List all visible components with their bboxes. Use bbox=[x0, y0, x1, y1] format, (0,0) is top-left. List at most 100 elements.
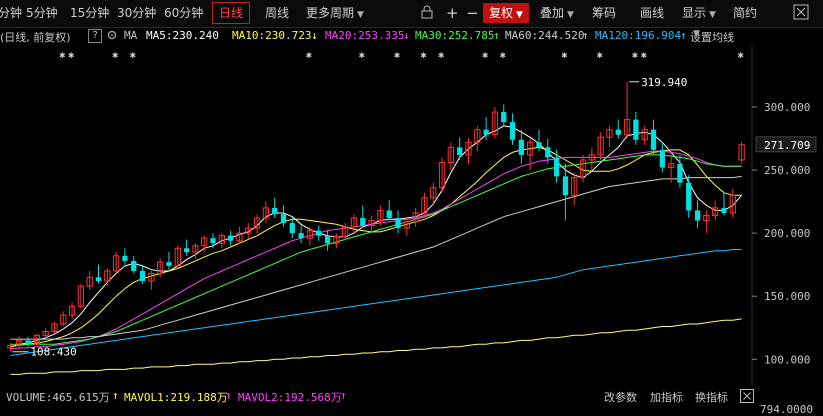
event-star-icon: ✱ bbox=[738, 50, 744, 61]
ma20-line bbox=[10, 150, 742, 350]
ma10-arrow: ↓ bbox=[311, 29, 318, 42]
candle-body-down bbox=[694, 210, 701, 221]
candle-body-down bbox=[395, 218, 401, 229]
candle-body-down bbox=[650, 129, 657, 150]
event-star-icon: ✱ bbox=[359, 50, 365, 61]
event-star-icon: ✱ bbox=[561, 50, 567, 61]
draw-button[interactable]: 画线 bbox=[640, 3, 664, 23]
fq-dropdown[interactable]: 复权 ▼ bbox=[483, 3, 529, 23]
candle-body-down bbox=[139, 270, 146, 282]
tab-30min[interactable]: 30分钟 bbox=[117, 3, 156, 23]
candle-body-down bbox=[25, 340, 31, 345]
event-star-icon: ✱ bbox=[306, 50, 312, 61]
switch-indicator-button[interactable]: 换指标 bbox=[695, 389, 728, 405]
chevron-down-icon: ▼ bbox=[709, 10, 716, 20]
candle-body-down bbox=[553, 157, 560, 177]
event-star-icon: ✱ bbox=[112, 50, 118, 61]
chevron-down-icon: ▼ bbox=[567, 10, 574, 20]
candle-body-down bbox=[228, 235, 234, 241]
candle-body-down bbox=[298, 233, 304, 239]
y-tick-label: 250.000 bbox=[764, 164, 810, 177]
event-star-icon: ✱ bbox=[59, 50, 65, 61]
lock-icon[interactable] bbox=[420, 3, 434, 23]
candle-body-down bbox=[501, 112, 507, 123]
candle-body-down bbox=[183, 248, 190, 253]
volume-value: VOLUME:465.615万 bbox=[6, 391, 110, 404]
last-price-label: 271.709 bbox=[764, 139, 810, 152]
period-toolbar: 分钟 5分钟 15分钟 30分钟 60分钟 日线 周线 更多周期 ▼ + − 复权… bbox=[0, 0, 823, 28]
event-star-icon: ✱ bbox=[420, 50, 426, 61]
y-tick-label: 100.000 bbox=[764, 353, 810, 366]
ma20-value: MA20:253.335 bbox=[325, 29, 405, 42]
candle-body-down bbox=[386, 210, 392, 218]
close-icon[interactable] bbox=[740, 389, 754, 406]
tab-60min[interactable]: 60分钟 bbox=[164, 3, 203, 23]
tab-weekly[interactable]: 周线 bbox=[265, 3, 289, 23]
change-params-button[interactable]: 改参数 bbox=[604, 389, 637, 405]
candle-body-down bbox=[289, 223, 295, 234]
chevron-down-icon: ▼ bbox=[357, 10, 364, 20]
candle-body-down bbox=[659, 149, 665, 168]
overlay-dropdown[interactable]: 叠加 ▼ bbox=[540, 3, 574, 23]
chevron-down-icon: ▼ bbox=[693, 29, 700, 39]
candle-body-down bbox=[677, 163, 683, 183]
mavol2-value: MAVOL2:192.568万 bbox=[238, 391, 342, 404]
y-tick-label: 150.000 bbox=[764, 290, 810, 303]
candle-body-down bbox=[562, 176, 569, 196]
candle-body-down bbox=[324, 235, 331, 244]
chips-button[interactable]: 筹码 bbox=[592, 3, 616, 23]
more-periods-dropdown[interactable]: 更多周期 ▼ bbox=[306, 3, 364, 23]
tab-daily[interactable]: 日线 bbox=[212, 2, 251, 24]
candle-body-down bbox=[457, 147, 463, 155]
y-tick-label: 200.000 bbox=[764, 227, 810, 240]
display-dropdown[interactable]: 显示 ▼ bbox=[682, 3, 716, 23]
tab-15min[interactable]: 15分钟 bbox=[70, 3, 109, 23]
ma60-value: MA60:244.520 bbox=[505, 29, 585, 42]
zoom-out-button[interactable]: − bbox=[466, 3, 479, 23]
tab-minute-partial[interactable]: 分钟 bbox=[0, 3, 22, 23]
event-star-icon: ✱ bbox=[632, 50, 638, 61]
help-icon[interactable]: ? bbox=[88, 29, 102, 43]
settings-gear-icon[interactable] bbox=[106, 29, 118, 44]
y-tick-label: 300.000 bbox=[764, 101, 810, 114]
event-star-icon: ✱ bbox=[500, 50, 506, 61]
candle-body-down bbox=[536, 142, 542, 148]
high-marker-label: 319.940 bbox=[641, 76, 687, 89]
event-star-icon: ✱ bbox=[438, 50, 444, 61]
fq-label: 复权 bbox=[489, 6, 514, 20]
mavol1-arrow-icon: ↑ bbox=[112, 389, 119, 402]
event-star-icon: ✱ bbox=[641, 50, 647, 61]
candle-body-down bbox=[166, 262, 172, 266]
candle-body-down bbox=[360, 218, 366, 226]
low-marker-label: 108.430 bbox=[30, 346, 76, 359]
candle-body-down bbox=[122, 255, 128, 261]
candle-body-down bbox=[95, 277, 102, 282]
event-star-icon: ✱ bbox=[130, 50, 136, 61]
candle-body-down bbox=[545, 147, 551, 158]
candle-body-down bbox=[518, 139, 524, 155]
event-star-icon: ✱ bbox=[482, 50, 488, 61]
ma5-line bbox=[10, 125, 742, 348]
candle-body-down bbox=[615, 129, 621, 135]
overlay-label: 叠加 bbox=[540, 6, 565, 20]
ma120-arrow: ↑ bbox=[680, 29, 687, 42]
period-label: (日线, 前复权) bbox=[0, 31, 71, 44]
ma30-value: MA30:252.785 bbox=[415, 29, 495, 42]
candle-body-down bbox=[633, 119, 639, 140]
candle-body-down bbox=[210, 238, 216, 244]
zoom-in-button[interactable]: + bbox=[446, 3, 459, 23]
mavol2-arrow-icon: ↑ bbox=[225, 389, 232, 402]
ma120-line bbox=[10, 249, 742, 356]
close-icon[interactable] bbox=[793, 3, 809, 23]
ma60-line bbox=[10, 175, 742, 340]
add-indicator-button[interactable]: 加指标 bbox=[650, 389, 683, 405]
ma60-arrow: ↑ bbox=[582, 29, 589, 42]
mavol1-value: MAVOL1:219.188万 bbox=[124, 391, 228, 404]
kline-chart[interactable]: 300.000250.000200.000150.000100.000✱ ✱ ✱ ✱ ✱… bbox=[0, 46, 823, 386]
ma20-arrow: ↓ bbox=[403, 29, 410, 42]
more-periods-label: 更多周期 bbox=[306, 6, 355, 20]
ma5-value: MA5:230.240 bbox=[146, 29, 219, 42]
event-star-icon: ✱ bbox=[68, 50, 74, 61]
brief-button[interactable]: 简约 bbox=[733, 3, 757, 23]
tab-5min[interactable]: 5分钟 bbox=[26, 3, 58, 23]
